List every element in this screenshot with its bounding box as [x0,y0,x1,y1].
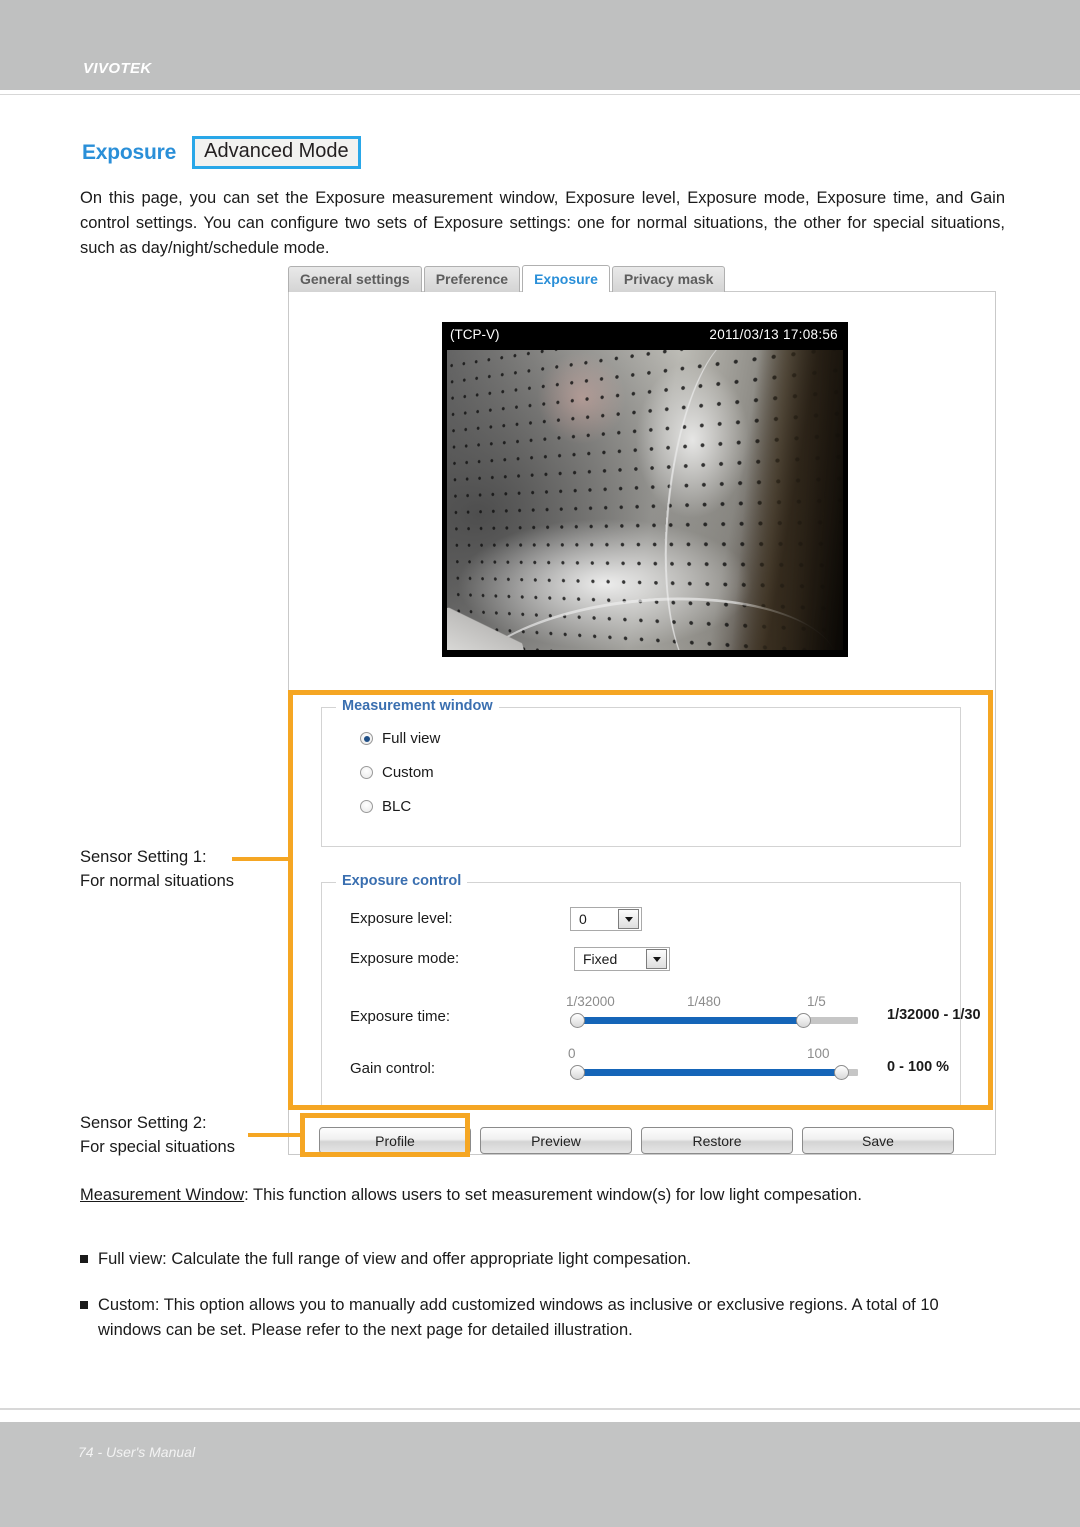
bullet-custom-text: Custom: This option allows you to manual… [98,1296,939,1339]
sensor-setting-2-leader-line [248,1133,302,1137]
exposure-mode-row: Exposure mode: Fixed [322,947,960,973]
exposure-control-legend: Exposure control [336,873,468,889]
bullet-full-view-text: Full view: Calculate the full range of v… [98,1250,692,1268]
exposure-level-row: Exposure level: 0 [322,907,960,933]
bullet-square-icon [80,1255,88,1263]
page-title-text: Exposure [82,140,177,164]
exposure-level-value: 0 [579,911,587,927]
video-dark-edge [700,350,843,650]
exposure-control-group: Exposure control Exposure level: 0 Expos… [321,873,981,1108]
radio-icon-blc[interactable] [360,800,373,813]
sensor-setting-2-line2: For special situations [80,1138,235,1156]
page-footer: 74 - User's Manual [0,1422,1080,1527]
gain-control-slider[interactable]: 0 100 [568,1046,858,1080]
gain-control-fill [576,1069,841,1076]
gain-control-row: Gain control: 0 100 0 - 100 % [322,1046,960,1083]
gain-control-tick-min: 0 [568,1046,576,1061]
preview-button[interactable]: Preview [480,1127,632,1154]
exposure-mode-value: Fixed [583,951,618,967]
live-video-image [447,350,843,650]
measurement-window-term: Measurement Window [80,1186,245,1204]
exposure-time-thumb-high[interactable] [796,1013,811,1028]
gain-control-thumb-low[interactable] [570,1065,585,1080]
exposure-level-select[interactable]: 0 [570,907,642,931]
measurement-window-paragraph: Measurement Window: This function allows… [80,1183,1005,1208]
restore-button[interactable]: Restore [641,1127,793,1154]
sensor-setting-1-leader-line [232,857,290,861]
tab-general-settings[interactable]: General settings [288,266,422,292]
radio-option-full-view[interactable]: Full view [360,730,440,747]
profile-button[interactable]: Profile [319,1127,471,1154]
tab-bar: General settings Preference Exposure Pri… [288,265,727,292]
vivotek-logo: VIVOTEK [83,60,152,77]
bullet-full-view: Full view: Calculate the full range of v… [80,1247,1005,1272]
tab-privacy-mask[interactable]: Privacy mask [611,266,726,292]
radio-label-full-view: Full view [382,730,441,747]
save-button[interactable]: Save [802,1127,954,1154]
video-osd-bar: (TCP-V) 2011/03/13 17:08:56 [442,322,848,350]
gain-control-label: Gain control: [350,1060,436,1077]
radio-icon-full-view[interactable] [360,732,373,745]
exposure-time-fill [576,1017,803,1024]
sensor-setting-2-annotation: Sensor Setting 2: For special situations [80,1111,235,1159]
radio-option-custom[interactable]: Custom [360,764,434,781]
exposure-time-slider[interactable]: 1/32000 1/480 1/5 [566,994,858,1028]
sensor-setting-1-line1: Sensor Setting 1: [80,848,207,866]
gain-control-tick-max: 100 [807,1046,830,1061]
exposure-time-tick-min: 1/32000 [566,994,615,1009]
exposure-mode-label: Exposure mode: [350,950,460,967]
radio-label-blc: BLC [382,798,412,815]
advanced-mode-badge: Advanced Mode [192,136,361,169]
video-preview[interactable]: (TCP-V) 2011/03/13 17:08:56 [442,322,848,657]
video-timestamp: 2011/03/13 17:08:56 [709,327,838,342]
settings-panel: (TCP-V) 2011/03/13 17:08:56 Measurement … [288,291,996,1155]
sensor-setting-1-line2: For normal situations [80,872,235,890]
radio-icon-custom[interactable] [360,766,373,779]
exposure-time-thumb-low[interactable] [570,1013,585,1028]
header-divider [0,90,1080,95]
exposure-level-label: Exposure level: [350,910,453,927]
exposure-time-row: Exposure time: 1/32000 1/480 1/5 1/32000… [322,994,981,1031]
tab-preference[interactable]: Preference [423,266,521,292]
sensor-setting-1-annotation: Sensor Setting 1: For normal situations [80,845,234,893]
exposure-time-tick-mid: 1/480 [687,994,721,1009]
bullet-custom: Custom: This option allows you to manual… [80,1293,1005,1343]
measurement-window-legend: Measurement window [336,698,499,714]
stream-protocol-label: (TCP-V) [450,327,500,342]
chevron-down-icon[interactable] [646,949,667,969]
footer-page-label: 74 - User's Manual [78,1444,196,1460]
page-title: Exposure Advanced Mode [82,136,361,169]
page-header: VIVOTEK [0,0,1080,90]
exposure-mode-select[interactable]: Fixed [574,947,670,971]
tab-exposure[interactable]: Exposure [522,265,610,292]
action-button-row: Profile Preview Restore Save [319,1127,954,1154]
exposure-time-label: Exposure time: [350,1008,451,1025]
intro-paragraph: On this page, you can set the Exposure m… [80,189,1005,257]
measurement-window-description: : This function allows users to set meas… [244,1186,862,1204]
radio-option-blc[interactable]: BLC [360,798,411,815]
sensor-setting-2-line1: Sensor Setting 2: [80,1114,207,1132]
chevron-down-icon[interactable] [618,909,639,929]
gain-control-thumb-high[interactable] [834,1065,849,1080]
exposure-time-range-value: 1/32000 - 1/30 [887,1007,981,1023]
bullet-square-icon [80,1301,88,1309]
exposure-time-tick-max: 1/5 [807,994,826,1009]
radio-label-custom: Custom [382,764,434,781]
measurement-window-group: Measurement window Full view Custom BLC [321,698,961,847]
gain-control-range-value: 0 - 100 % [887,1059,950,1075]
camera-ui-screenshot: General settings Preference Exposure Pri… [288,265,998,1160]
footer-divider [0,1408,1080,1410]
